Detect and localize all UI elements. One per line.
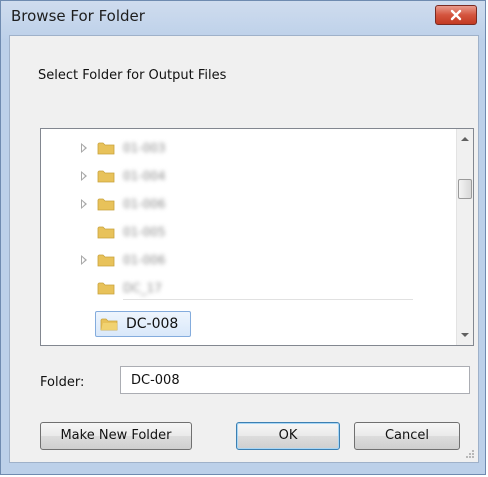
title-bar[interactable]: Browse For Folder [1, 1, 485, 37]
instruction-text: Select Folder for Output Files [38, 68, 227, 83]
window-title: Browse For Folder [11, 7, 145, 25]
folder-icon [100, 318, 118, 331]
tree-item[interactable]: 01-006 [41, 191, 433, 219]
ok-button[interactable]: OK [236, 422, 340, 450]
tree-separator [123, 299, 413, 300]
chevron-right-icon[interactable] [81, 143, 87, 153]
scrollbar-thumb[interactable] [458, 179, 472, 199]
resize-grip-icon[interactable] [465, 449, 475, 459]
browse-for-folder-dialog: Browse For Folder Select Folder for Outp… [0, 0, 486, 475]
folder-input[interactable] [120, 366, 470, 394]
folder-icon [97, 170, 115, 183]
tree-item-label: 01-006 [123, 197, 166, 211]
chevron-right-icon[interactable] [81, 199, 87, 209]
scroll-down-arrow-icon[interactable] [461, 333, 469, 337]
tree-item-label: DC_17 [123, 281, 162, 295]
vertical-scrollbar[interactable] [456, 129, 473, 345]
tree-item-selected[interactable]: DC-008 [95, 311, 191, 337]
make-new-folder-button[interactable]: Make New Folder [40, 422, 192, 450]
tree-item[interactable]: 01-003 [41, 135, 433, 163]
folder-icon [97, 198, 115, 211]
tree-item-label: 01-005 [123, 225, 166, 239]
folder-tree[interactable]: 01-003 01-004 01-006 01-005 01-006 DC_17… [40, 128, 474, 346]
tree-item-label: DC-008 [126, 316, 179, 332]
tree-item-label: 01-003 [123, 141, 166, 155]
tree-item[interactable]: 01-005 [41, 219, 433, 247]
folder-icon [97, 226, 115, 239]
folder-icon [97, 142, 115, 155]
folder-field-label: Folder: [40, 375, 85, 390]
chevron-right-icon[interactable] [81, 255, 87, 265]
scroll-up-arrow-icon[interactable] [461, 137, 469, 141]
cancel-button[interactable]: Cancel [354, 422, 460, 450]
folder-icon [97, 254, 115, 267]
chevron-right-icon[interactable] [81, 171, 87, 181]
folder-icon [97, 282, 115, 295]
tree-item[interactable]: 01-006 [41, 247, 433, 275]
close-button[interactable] [435, 5, 477, 25]
close-icon [450, 9, 462, 21]
tree-item[interactable]: 01-004 [41, 163, 433, 191]
tree-item-label: 01-004 [123, 169, 166, 183]
tree-item-label: 01-006 [123, 253, 166, 267]
dialog-body: Select Folder for Output Files 01-003 01… [9, 35, 479, 463]
